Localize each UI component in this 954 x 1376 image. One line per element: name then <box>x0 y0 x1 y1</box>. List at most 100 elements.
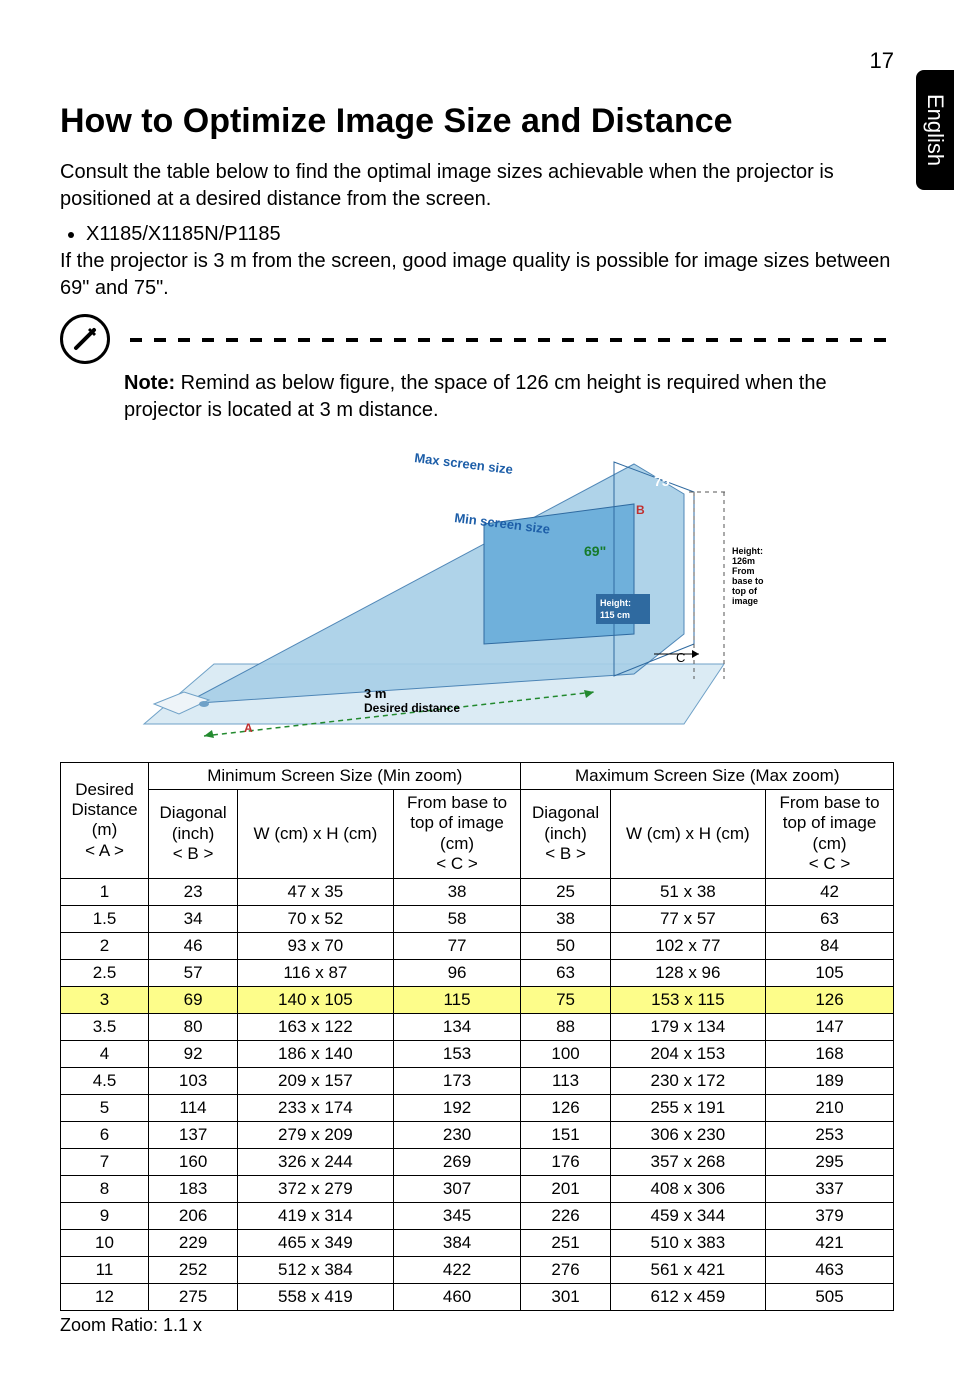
table-row: 492186 x 140153100204 x 153168 <box>61 1040 894 1067</box>
table-cell: 153 x 115 <box>610 986 765 1013</box>
svg-text:base to: base to <box>732 576 764 586</box>
table-cell: 252 <box>149 1256 238 1283</box>
table-cell: 337 <box>766 1175 894 1202</box>
table-row: 1.53470 x 52583877 x 5763 <box>61 905 894 932</box>
table-row: 4.5103209 x 157173113230 x 172189 <box>61 1067 894 1094</box>
table-cell: 465 x 349 <box>238 1229 393 1256</box>
table-cell: 7 <box>61 1148 149 1175</box>
table-row: 10229465 x 349384251510 x 383421 <box>61 1229 894 1256</box>
table-cell: 126 <box>521 1094 610 1121</box>
projection-table: DesiredDistance(m)< A > Minimum Screen S… <box>60 762 894 1311</box>
diagram-label-c: C <box>676 650 685 665</box>
table-cell: 12 <box>61 1283 149 1310</box>
table-cell: 422 <box>393 1256 521 1283</box>
table-cell: 3 <box>61 986 149 1013</box>
table-cell: 69 <box>149 986 238 1013</box>
table-cell: 42 <box>766 878 894 905</box>
col-min-wh: W (cm) x H (cm) <box>238 790 393 879</box>
table-cell: 326 x 244 <box>238 1148 393 1175</box>
table-cell: 80 <box>149 1013 238 1040</box>
table-cell: 163 x 122 <box>238 1013 393 1040</box>
table-row: 5114233 x 174192126255 x 191210 <box>61 1094 894 1121</box>
table-cell: 233 x 174 <box>238 1094 393 1121</box>
table-cell: 230 <box>393 1121 521 1148</box>
table-row: 3.580163 x 12213488179 x 134147 <box>61 1013 894 1040</box>
table-cell: 558 x 419 <box>238 1283 393 1310</box>
table-cell: 204 x 153 <box>610 1040 765 1067</box>
table-cell: 295 <box>766 1148 894 1175</box>
diagram-distance-label: Desired distance <box>364 701 460 715</box>
diagram-label-a: A <box>244 721 253 735</box>
table-cell: 168 <box>766 1040 894 1067</box>
table-cell: 8 <box>61 1175 149 1202</box>
diagram-size-min: 69" <box>584 543 606 559</box>
table-cell: 179 x 134 <box>610 1013 765 1040</box>
table-cell: 103 <box>149 1067 238 1094</box>
table-cell: 253 <box>766 1121 894 1148</box>
table-cell: 612 x 459 <box>610 1283 765 1310</box>
table-cell: 463 <box>766 1256 894 1283</box>
table-cell: 1.5 <box>61 905 149 932</box>
projection-diagram: A 3 m Desired distance Max screen size M… <box>124 444 894 744</box>
table-cell: 34 <box>149 905 238 932</box>
table-cell: 92 <box>149 1040 238 1067</box>
table-cell: 75 <box>521 986 610 1013</box>
table-cell: 419 x 314 <box>238 1202 393 1229</box>
table-cell: 46 <box>149 932 238 959</box>
table-cell: 153 <box>393 1040 521 1067</box>
table-cell: 102 x 77 <box>610 932 765 959</box>
table-cell: 379 <box>766 1202 894 1229</box>
table-cell: 116 x 87 <box>238 959 393 986</box>
svg-text:image: image <box>732 596 758 606</box>
table-cell: 126 <box>766 986 894 1013</box>
diagram-distance-value: 3 m <box>364 686 386 701</box>
table-row: 7160326 x 244269176357 x 268295 <box>61 1148 894 1175</box>
table-cell: 137 <box>149 1121 238 1148</box>
table-row: 2.557116 x 879663128 x 96105 <box>61 959 894 986</box>
table-cell: 70 x 52 <box>238 905 393 932</box>
table-cell: 50 <box>521 932 610 959</box>
col-group-min: Minimum Screen Size (Min zoom) <box>149 763 521 790</box>
table-cell: 459 x 344 <box>610 1202 765 1229</box>
table-row: 12347 x 35382551 x 3842 <box>61 878 894 905</box>
table-cell: 206 <box>149 1202 238 1229</box>
table-cell: 96 <box>393 959 521 986</box>
svg-text:Height:: Height: <box>600 598 631 608</box>
table-cell: 189 <box>766 1067 894 1094</box>
note-text: Note: Remind as below figure, the space … <box>124 370 894 424</box>
note-body: Remind as below figure, the space of 126… <box>124 372 827 421</box>
table-cell: 4.5 <box>61 1067 149 1094</box>
table-cell: 512 x 384 <box>238 1256 393 1283</box>
table-cell: 88 <box>521 1013 610 1040</box>
table-cell: 77 x 57 <box>610 905 765 932</box>
table-cell: 160 <box>149 1148 238 1175</box>
zoom-ratio: Zoom Ratio: 1.1 x <box>60 1315 894 1336</box>
table-cell: 5 <box>61 1094 149 1121</box>
table-cell: 113 <box>521 1067 610 1094</box>
table-row: 12275558 x 419460301612 x 459505 <box>61 1283 894 1310</box>
table-cell: 115 <box>393 986 521 1013</box>
col-distance: DesiredDistance(m)< A > <box>61 763 149 879</box>
table-cell: 38 <box>521 905 610 932</box>
table-cell: 23 <box>149 878 238 905</box>
table-cell: 105 <box>766 959 894 986</box>
col-max-wh: W (cm) x H (cm) <box>610 790 765 879</box>
table-cell: 9 <box>61 1202 149 1229</box>
table-cell: 357 x 268 <box>610 1148 765 1175</box>
table-cell: 51 x 38 <box>610 878 765 905</box>
table-cell: 269 <box>393 1148 521 1175</box>
table-cell: 25 <box>521 878 610 905</box>
svg-text:top of: top of <box>732 586 758 596</box>
table-row: 24693 x 707750102 x 7784 <box>61 932 894 959</box>
table-cell: 100 <box>521 1040 610 1067</box>
diagram-max-label: Max screen size <box>414 450 514 477</box>
table-cell: 38 <box>393 878 521 905</box>
col-min-diag: Diagonal(inch)< B > <box>149 790 238 879</box>
table-row: 9206419 x 314345226459 x 344379 <box>61 1202 894 1229</box>
table-cell: 151 <box>521 1121 610 1148</box>
table-cell: 6 <box>61 1121 149 1148</box>
svg-text:From: From <box>732 566 755 576</box>
table-cell: 275 <box>149 1283 238 1310</box>
model-list-item: X1185/X1185N/P1185 <box>86 223 894 246</box>
table-cell: 63 <box>766 905 894 932</box>
